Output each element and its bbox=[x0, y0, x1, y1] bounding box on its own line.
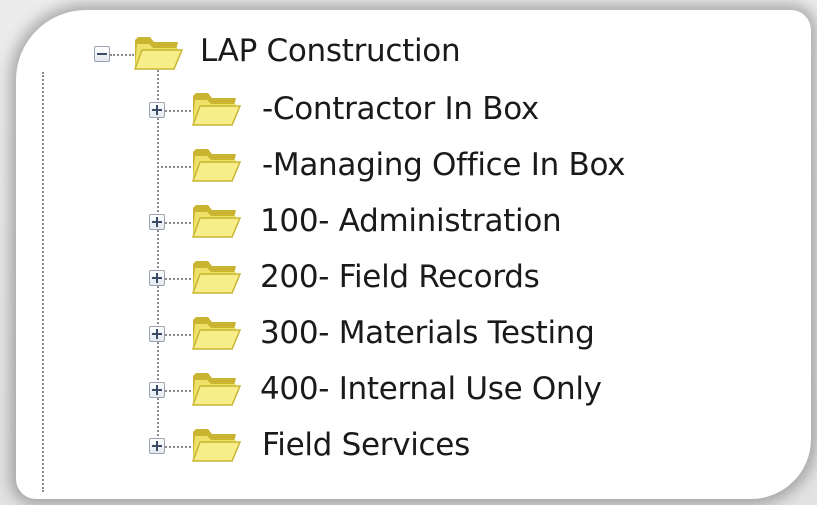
expand-internal-use-only-button[interactable] bbox=[149, 382, 165, 398]
expand-field-services-button[interactable] bbox=[149, 438, 165, 454]
folder-open-icon bbox=[133, 37, 184, 70]
collapse-root-button[interactable] bbox=[94, 46, 110, 62]
tree-root-label[interactable]: LAP Construction bbox=[200, 36, 461, 67]
folder-open-icon bbox=[191, 429, 242, 462]
folder-tree: LAP Construction -Contractor In Box -Man… bbox=[16, 10, 811, 499]
folder-open-icon bbox=[191, 317, 242, 350]
folder-tree-panel: LAP Construction -Contractor In Box -Man… bbox=[16, 10, 811, 499]
folder-open-icon bbox=[191, 93, 242, 126]
tree-item-label[interactable]: -Managing Office In Box bbox=[262, 150, 626, 181]
tree-item-label[interactable]: Field Services bbox=[262, 430, 470, 461]
tree-item-label[interactable]: 300- Materials Testing bbox=[260, 318, 595, 349]
folder-open-icon bbox=[191, 373, 242, 406]
tree-item-label[interactable]: 400- Internal Use Only bbox=[260, 374, 602, 405]
folder-open-icon bbox=[191, 261, 242, 294]
folder-open-icon bbox=[191, 205, 242, 238]
tree-item-label[interactable]: 200- Field Records bbox=[260, 262, 540, 293]
tree-guide-outer bbox=[42, 72, 44, 492]
expand-field-records-button[interactable] bbox=[149, 270, 165, 286]
folder-open-icon bbox=[191, 149, 242, 182]
tree-item-label[interactable]: 100- Administration bbox=[260, 206, 562, 237]
expand-administration-button[interactable] bbox=[149, 214, 165, 230]
expand-materials-testing-button[interactable] bbox=[149, 326, 165, 342]
expand-contractor-in-box-button[interactable] bbox=[149, 102, 165, 118]
tree-guide-connector bbox=[157, 166, 191, 168]
tree-guide-root-connector bbox=[110, 54, 134, 56]
tree-item-label[interactable]: -Contractor In Box bbox=[262, 94, 539, 125]
